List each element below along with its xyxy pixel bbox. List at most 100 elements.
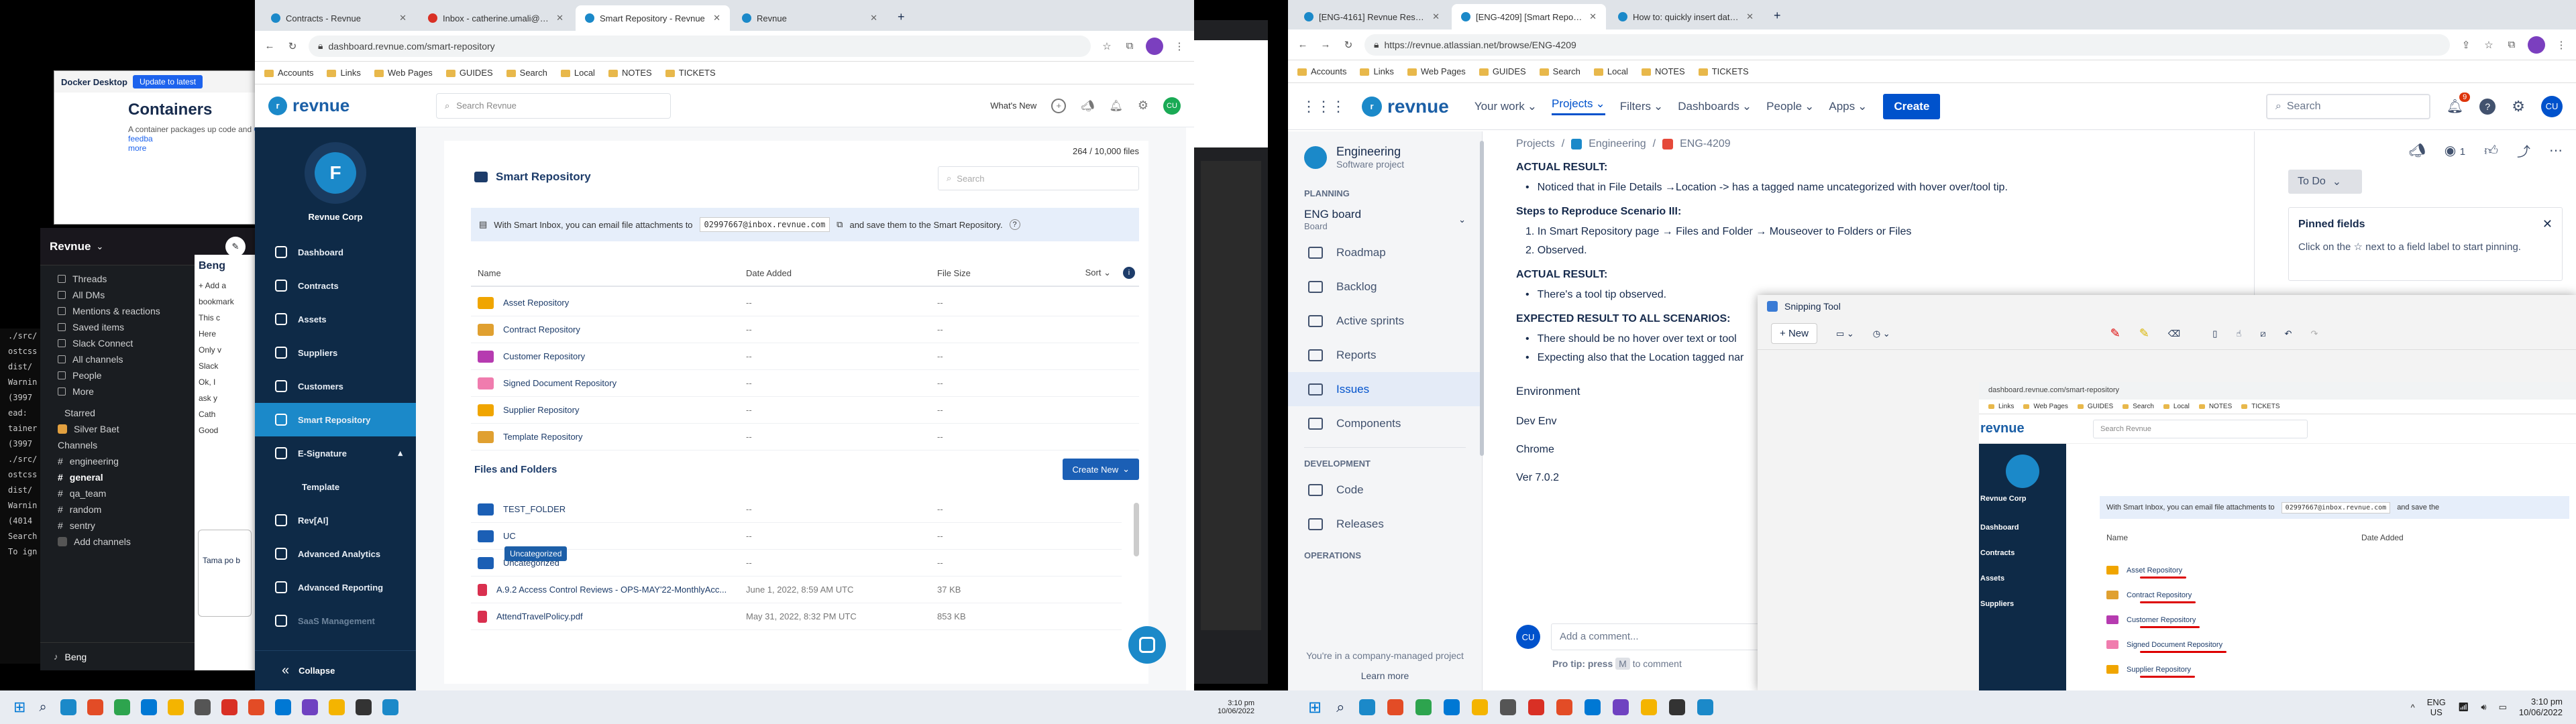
crop-icon[interactable]: ⧄ xyxy=(2260,328,2265,339)
jira-sidebar-item[interactable]: Backlog xyxy=(1288,269,1482,304)
ruler-icon[interactable]: ▯ xyxy=(2212,328,2217,339)
copy-icon[interactable]: ⧉ xyxy=(837,219,843,230)
more-icon[interactable]: ⋯ xyxy=(2549,142,2563,159)
taskbar-app-icon[interactable] xyxy=(1387,699,1404,715)
sort-dropdown[interactable]: Sort ⌄ xyxy=(1085,267,1111,278)
sidebar-item[interactable]: Template xyxy=(255,470,416,503)
taskbar-app-icon[interactable] xyxy=(248,699,264,715)
collapse-button[interactable]: « Collapse xyxy=(255,650,416,690)
bookmark-item[interactable]: Accounts xyxy=(1297,66,1346,76)
bookmark-item[interactable]: Search xyxy=(1539,66,1580,76)
board-selector[interactable]: ENG board Board ⌄ xyxy=(1288,204,1482,235)
table-row[interactable]: A.9.2 Access Control Reviews - OPS-MAY'2… xyxy=(471,577,1122,603)
redo-icon[interactable]: ↷ xyxy=(2310,328,2318,339)
left-url-bar[interactable]: 🔒︎ dashboard.revnue.com/smart-repository xyxy=(309,35,1091,57)
search-icon[interactable]: ⌕ xyxy=(39,700,46,715)
jira-sidebar-item[interactable]: Active sprints xyxy=(1288,304,1482,338)
star-icon[interactable]: ☆ xyxy=(2482,38,2496,52)
taskbar-lang[interactable]: ENG xyxy=(2427,697,2446,707)
taskbar-app-icon[interactable] xyxy=(1528,699,1545,715)
eraser-icon[interactable]: ⌫ xyxy=(2168,328,2180,339)
jira-nav-projects[interactable]: Projects ⌄ xyxy=(1552,97,1605,115)
back-icon[interactable]: ← xyxy=(1296,38,1309,52)
sidebar-item[interactable]: Rev[AI] xyxy=(255,503,416,537)
share-icon[interactable]: ⤴ xyxy=(2517,141,2530,160)
sidebar-scrollbar[interactable] xyxy=(1480,141,1484,456)
tray-chevron-icon[interactable]: ^ xyxy=(2411,703,2415,713)
snip-mode-icon[interactable]: ▭ ⌄ xyxy=(1836,328,1854,339)
headphone-icon[interactable]: ♪ xyxy=(54,652,58,662)
revnue-search[interactable]: ⌕ Search Revnue xyxy=(436,93,671,119)
jira-sidebar-item[interactable]: Releases xyxy=(1288,507,1482,541)
sidebar-item[interactable]: Smart Repository xyxy=(255,403,416,436)
windows-start-icon[interactable]: ⊞ xyxy=(13,699,25,716)
sidebar-item[interactable]: SaaS Management xyxy=(255,604,416,638)
bookmark-item[interactable]: GUIDES xyxy=(445,68,493,78)
taskbar-app-icon[interactable] xyxy=(60,699,76,715)
browser-tab[interactable]: [ENG-4161] Revnue Reskinning ✕ xyxy=(1295,4,1449,29)
slack-workspace-name[interactable]: Revnue xyxy=(50,240,91,253)
notifications-icon[interactable]: 🔔︎ 9 xyxy=(2447,93,2471,115)
profile-avatar[interactable] xyxy=(1146,37,1163,55)
breadcrumb-engineering[interactable]: Engineering xyxy=(1589,138,1646,150)
learn-more-link[interactable]: Learn more xyxy=(1288,670,1482,681)
help-icon[interactable]: ? xyxy=(2479,98,2496,115)
bookmark-item[interactable]: TICKETS xyxy=(665,68,716,78)
star-icon[interactable]: ☆ xyxy=(1100,40,1114,53)
sidebar-item[interactable]: Customers xyxy=(255,369,416,403)
jira-nav-your-work[interactable]: Your work ⌄ xyxy=(1474,100,1537,113)
close-icon[interactable]: ✕ xyxy=(1432,11,1440,22)
battery-icon[interactable]: ▭ xyxy=(2499,702,2507,713)
share-icon[interactable]: ⇪ xyxy=(2459,38,2473,52)
taskbar-app-icon[interactable] xyxy=(113,699,130,715)
pen-red-icon[interactable]: ✎ xyxy=(2110,326,2121,341)
close-icon[interactable]: ✕ xyxy=(2542,217,2553,231)
bookmark-item[interactable]: NOTES xyxy=(1641,66,1685,76)
windows-start-icon[interactable]: ⊞ xyxy=(1308,698,1322,717)
table-row[interactable]: Customer Repository -- -- xyxy=(471,343,1139,370)
like-icon[interactable]: 👍︎ xyxy=(2484,143,2498,159)
taskbar-app-icon[interactable] xyxy=(1613,699,1629,715)
extensions-icon[interactable]: ⧉ xyxy=(1123,40,1136,53)
jira-user-avatar[interactable]: CU xyxy=(2541,95,2563,117)
jira-sidebar-item[interactable]: Reports xyxy=(1288,338,1482,372)
browser-tab[interactable]: [ENG-4209] [Smart Repository] H... ✕ xyxy=(1452,4,1606,29)
taskbar-app-icon[interactable] xyxy=(167,699,184,715)
close-icon[interactable]: ✕ xyxy=(870,13,877,23)
taskbar-app-icon[interactable] xyxy=(355,699,372,715)
breadcrumb-projects[interactable]: Projects xyxy=(1516,138,1555,150)
jira-sidebar-item[interactable]: Issues xyxy=(1288,372,1482,406)
taskbar-app-icon[interactable] xyxy=(194,699,211,715)
taskbar-right-time[interactable]: 3:10 pm xyxy=(2519,697,2563,707)
user-avatar[interactable]: CU xyxy=(1163,97,1181,115)
scrollbar[interactable] xyxy=(1134,503,1139,556)
status-dropdown[interactable]: To Do ⌄ xyxy=(2288,170,2362,194)
delay-icon[interactable]: ◷ ⌄ xyxy=(1873,328,1890,339)
profile-avatar[interactable] xyxy=(2528,36,2545,54)
browser-tab[interactable]: How to: quickly insert data - Eng... ✕ xyxy=(1609,4,1763,29)
jira-nav-filters[interactable]: Filters ⌄ xyxy=(1620,100,1664,113)
reload-icon[interactable]: ↻ xyxy=(286,40,299,53)
undo-icon[interactable]: ↶ xyxy=(2285,328,2292,339)
jira-nav-apps[interactable]: Apps ⌄ xyxy=(1829,100,1867,113)
bell-icon[interactable]: 🔔︎ xyxy=(1110,99,1123,113)
table-row[interactable]: Signed Document Repository -- -- xyxy=(471,370,1139,397)
taskbar-app-icon[interactable] xyxy=(1556,699,1573,715)
table-row[interactable]: TEST_FOLDER -- -- xyxy=(471,496,1122,523)
taskbar-app-icon[interactable] xyxy=(1444,699,1460,715)
bookmark-item[interactable]: NOTES xyxy=(608,68,652,78)
taskbar-app-icon[interactable] xyxy=(1669,699,1686,715)
whats-new-link[interactable]: What's New xyxy=(990,101,1036,111)
menu-icon[interactable]: ⋮ xyxy=(2555,38,2568,52)
bookmark-item[interactable]: Local xyxy=(1593,66,1628,76)
new-snip-button[interactable]: + New xyxy=(1771,323,1817,344)
bookmark-item[interactable]: Links xyxy=(1360,66,1394,76)
sidebar-item[interactable]: E-Signature ▴ xyxy=(255,436,416,470)
taskbar-app-icon[interactable] xyxy=(1500,699,1517,715)
chat-launcher-button[interactable] xyxy=(1128,626,1166,664)
jira-create-button[interactable]: Create xyxy=(1883,93,1941,119)
close-icon[interactable]: ✕ xyxy=(1589,11,1597,22)
highlighter-icon[interactable]: ✎ xyxy=(2139,326,2149,341)
sidebar-item[interactable]: Contracts xyxy=(255,269,416,302)
table-row[interactable]: Supplier Repository -- -- xyxy=(471,397,1139,424)
